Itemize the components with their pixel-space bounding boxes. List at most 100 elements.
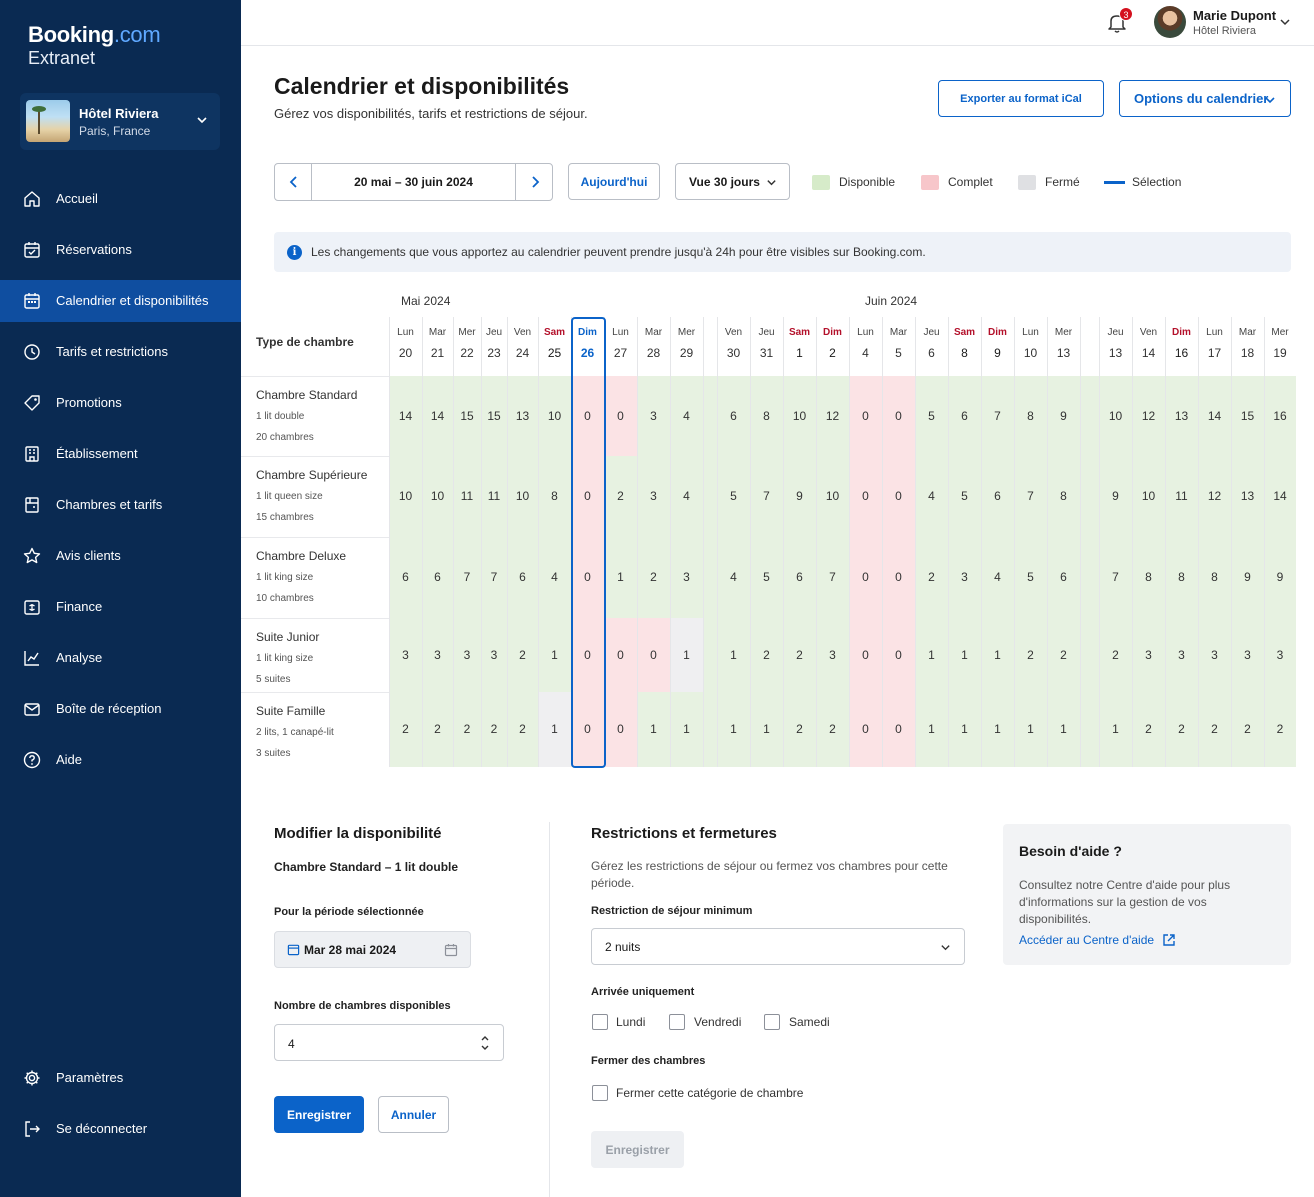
availability-cell[interactable]: 10 — [389, 456, 422, 537]
availability-cell[interactable]: 12 — [816, 376, 849, 456]
availability-cell[interactable]: 0 — [882, 456, 915, 537]
availability-cell[interactable]: 13 — [1231, 456, 1264, 537]
day-number[interactable]: 13 — [1047, 346, 1080, 360]
availability-cell[interactable]: 1 — [981, 618, 1014, 692]
availability-cell[interactable]: 2 — [816, 692, 849, 767]
availability-cell[interactable]: 7 — [1014, 456, 1047, 537]
availability-cell[interactable]: 1 — [981, 692, 1014, 767]
day-number[interactable]: 5 — [882, 346, 915, 360]
booking-logo[interactable]: Booking.com Extranet — [28, 22, 161, 69]
sidebar-item-chambres[interactable]: Chambres et tarifs — [0, 484, 241, 526]
availability-cell[interactable]: 8 — [1132, 537, 1165, 618]
availability-cell[interactable]: 3 — [637, 456, 670, 537]
availability-cell[interactable] — [703, 692, 717, 767]
room-type-name[interactable]: Chambre Deluxe — [256, 549, 346, 563]
availability-cell[interactable]: 9 — [783, 456, 816, 537]
day-number[interactable]: 19 — [1264, 346, 1296, 360]
availability-cell[interactable]: 6 — [981, 456, 1014, 537]
availability-cell[interactable]: 0 — [882, 537, 915, 618]
day-number[interactable]: 6 — [915, 346, 948, 360]
day-number[interactable]: 13 — [1099, 346, 1132, 360]
availability-cell[interactable]: 5 — [717, 456, 750, 537]
next-period-button[interactable] — [515, 164, 552, 200]
availability-cell[interactable]: 2 — [637, 537, 670, 618]
availability-cell[interactable]: 4 — [538, 537, 571, 618]
availability-cell[interactable]: 1 — [948, 692, 981, 767]
availability-cell[interactable]: 2 — [507, 692, 538, 767]
availability-cell[interactable]: 1 — [915, 692, 948, 767]
day-number[interactable]: 16 — [1165, 346, 1198, 360]
availability-cell[interactable]: 2 — [1231, 692, 1264, 767]
period-date-input[interactable]: Mar 28 mai 2024 — [274, 931, 471, 968]
stepper-arrows-icon[interactable] — [479, 1033, 491, 1053]
availability-cell[interactable]: 0 — [604, 618, 637, 692]
availability-cell[interactable]: 0 — [604, 376, 637, 456]
save-availability-button[interactable]: Enregistrer — [274, 1096, 364, 1133]
day-number[interactable]: 20 — [389, 346, 422, 360]
availability-cell[interactable] — [703, 618, 717, 692]
day-number[interactable]: 28 — [637, 346, 670, 360]
day-number[interactable]: 23 — [481, 346, 507, 360]
availability-cell[interactable]: 0 — [849, 692, 882, 767]
availability-cell[interactable] — [1080, 692, 1099, 767]
avatar[interactable] — [1154, 6, 1186, 38]
availability-cell[interactable]: 14 — [389, 376, 422, 456]
availability-cell[interactable]: 4 — [981, 537, 1014, 618]
availability-cell[interactable]: 4 — [717, 537, 750, 618]
help-center-link[interactable]: Accéder au Centre d'aide — [1019, 930, 1176, 947]
availability-cell[interactable]: 14 — [1198, 376, 1231, 456]
day-number[interactable]: 30 — [717, 346, 750, 360]
save-restrictions-button[interactable]: Enregistrer — [591, 1131, 684, 1168]
availability-cell[interactable]: 15 — [453, 376, 481, 456]
availability-cell[interactable] — [1080, 376, 1099, 456]
availability-cell[interactable]: 1 — [538, 692, 571, 767]
availability-cell[interactable]: 5 — [948, 456, 981, 537]
sidebar-item-promotions[interactable]: Promotions — [0, 382, 241, 424]
availability-cell[interactable]: 2 — [1264, 692, 1296, 767]
day-number[interactable]: 21 — [422, 346, 453, 360]
availability-cell[interactable] — [1080, 537, 1099, 618]
availability-cell[interactable]: 3 — [422, 618, 453, 692]
availability-cell[interactable]: 8 — [1165, 537, 1198, 618]
checkbox-samedi[interactable] — [764, 1014, 780, 1030]
sidebar-item-finance[interactable]: Finance — [0, 586, 241, 628]
sidebar-item-accueil[interactable]: Accueil — [0, 178, 241, 220]
hotel-switcher[interactable]: Hôtel Riviera Paris, France — [20, 93, 220, 150]
availability-cell[interactable]: 3 — [1165, 618, 1198, 692]
availability-cell[interactable]: 10 — [538, 376, 571, 456]
sidebar-item-reservations[interactable]: Réservations — [0, 229, 241, 271]
date-range-label[interactable]: 20 mai – 30 juin 2024 — [312, 164, 515, 200]
availability-cell[interactable]: 1 — [717, 692, 750, 767]
availability-cell[interactable]: 3 — [670, 537, 703, 618]
rooms-count-stepper[interactable]: 4 — [274, 1024, 504, 1061]
availability-cell[interactable]: 11 — [1165, 456, 1198, 537]
availability-cell[interactable]: 6 — [422, 537, 453, 618]
min-stay-select[interactable]: 2 nuits — [591, 928, 965, 965]
availability-cell[interactable]: 12 — [1132, 376, 1165, 456]
availability-cell[interactable]: 8 — [1047, 456, 1080, 537]
room-type-name[interactable]: Chambre Standard — [256, 388, 357, 402]
availability-cell[interactable]: 1 — [948, 618, 981, 692]
room-type-name[interactable]: Suite Junior — [256, 630, 319, 644]
availability-cell[interactable]: 10 — [816, 456, 849, 537]
availability-cell[interactable]: 10 — [507, 456, 538, 537]
availability-cell[interactable]: 2 — [915, 537, 948, 618]
sidebar-item-aide[interactable]: Aide — [0, 739, 241, 781]
availability-cell[interactable]: 2 — [783, 618, 816, 692]
availability-cell[interactable]: 5 — [1014, 537, 1047, 618]
availability-cell[interactable]: 7 — [750, 456, 783, 537]
availability-cell[interactable]: 2 — [1165, 692, 1198, 767]
availability-cell[interactable]: 2 — [453, 692, 481, 767]
availability-cell[interactable]: 13 — [507, 376, 538, 456]
availability-cell[interactable]: 2 — [507, 618, 538, 692]
availability-cell[interactable]: 0 — [849, 618, 882, 692]
availability-cell[interactable]: 3 — [389, 618, 422, 692]
availability-cell[interactable]: 2 — [422, 692, 453, 767]
availability-cell[interactable]: 9 — [1231, 537, 1264, 618]
availability-cell[interactable]: 14 — [1264, 456, 1296, 537]
day-number[interactable]: 9 — [981, 346, 1014, 360]
availability-cell[interactable]: 10 — [1132, 456, 1165, 537]
sidebar-item-parametres[interactable]: Paramètres — [0, 1057, 241, 1099]
availability-cell[interactable]: 1 — [538, 618, 571, 692]
day-number[interactable]: 1 — [783, 346, 816, 360]
